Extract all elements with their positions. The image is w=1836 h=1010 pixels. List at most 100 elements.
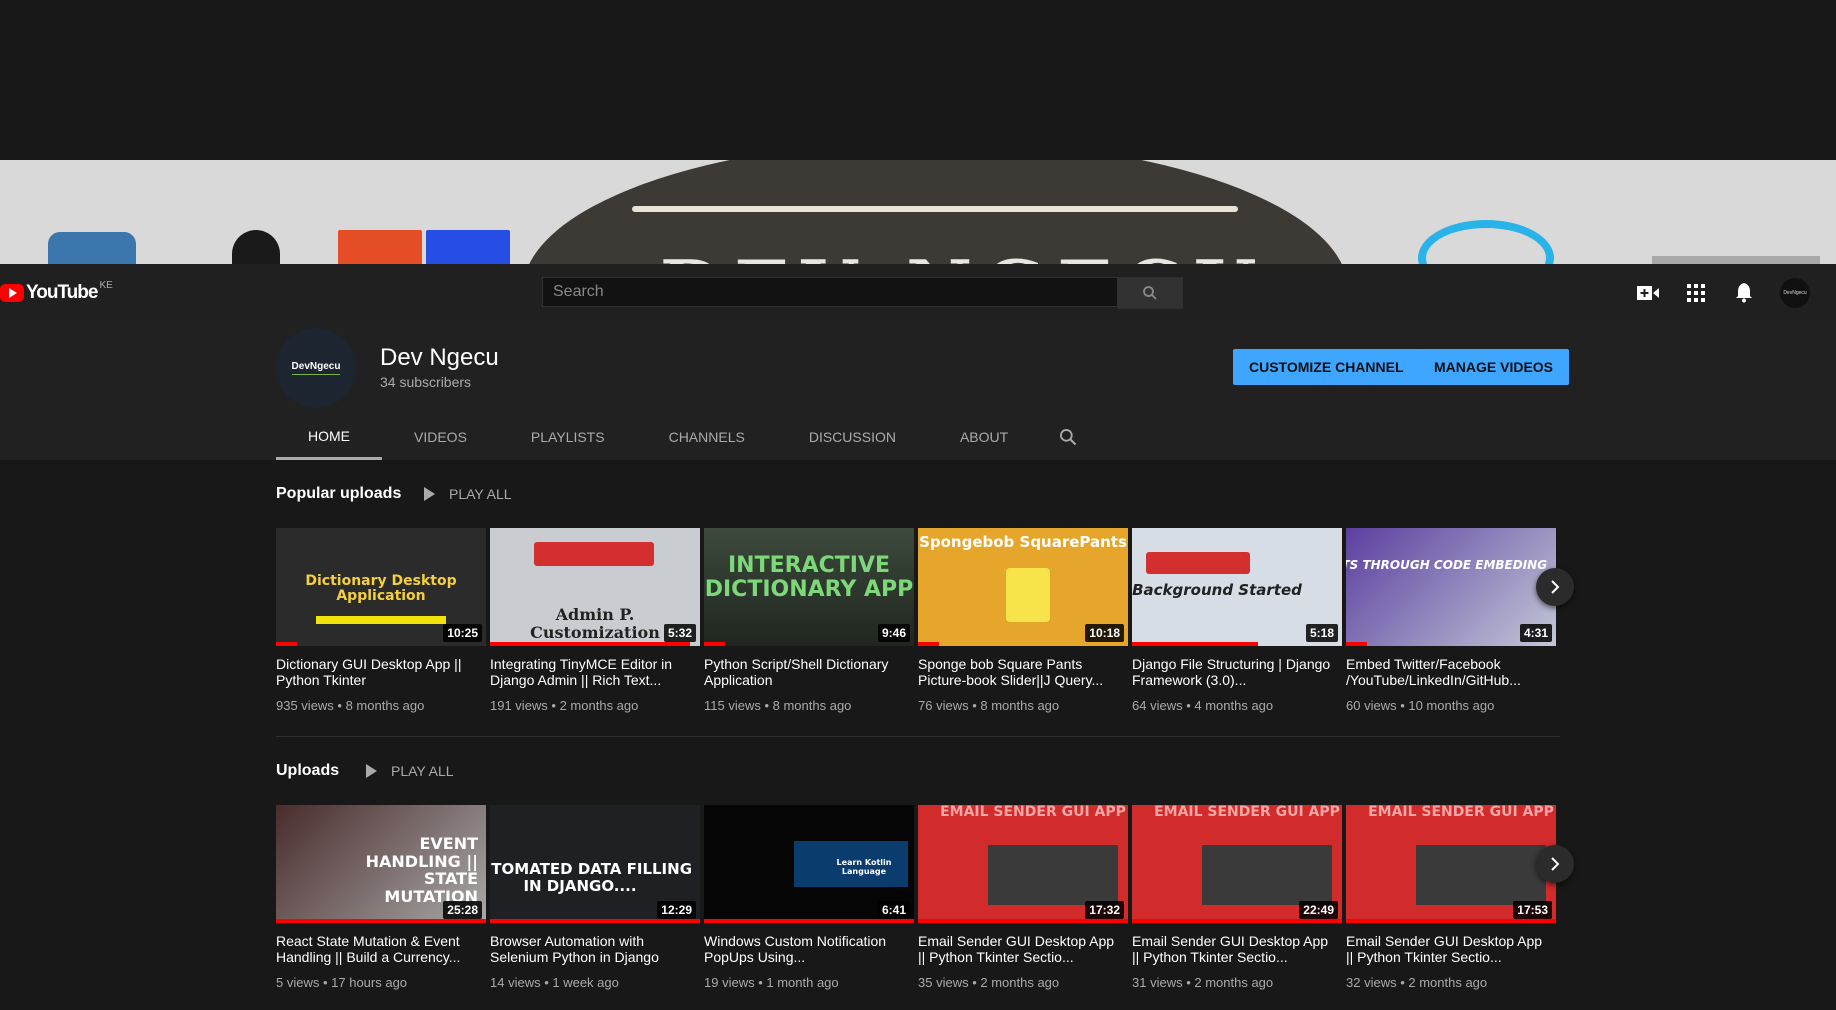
channel-avatar-text: DevNgecu xyxy=(291,361,341,375)
upload-age: 2 months ago xyxy=(1194,975,1274,990)
popular-next-button[interactable] xyxy=(1536,568,1574,606)
video-title[interactable]: Email Sender GUI Desktop App || Python T… xyxy=(918,933,1128,965)
video-card[interactable]: EVENT HANDLING || STATE MUTATION 25:28 R… xyxy=(276,805,486,990)
apps-button[interactable] xyxy=(1684,281,1708,305)
banner-line xyxy=(632,206,1238,212)
search-button[interactable] xyxy=(1118,277,1183,309)
video-meta: 64 views • 4 months ago xyxy=(1132,698,1274,713)
video-card[interactable]: EMAIL SENDER GUI APP 17:32 Email Sender … xyxy=(918,805,1128,990)
search-input[interactable] xyxy=(542,277,1118,307)
video-card[interactable]: EMAIL SENDER GUI APP 22:49 Email Sender … xyxy=(1132,805,1342,990)
video-thumbnail[interactable]: EMAIL SENDER GUI APP 17:53 xyxy=(1346,805,1556,923)
thumbnail-caption: Dictionary Desktop Application xyxy=(305,573,457,605)
video-title[interactable]: Sponge bob Square Pants Picture-book Sli… xyxy=(918,656,1128,688)
uploads-play-all-button[interactable]: PLAY ALL xyxy=(366,763,454,779)
upload-age: 8 months ago xyxy=(772,698,852,713)
create-video-icon xyxy=(1637,286,1659,300)
video-thumbnail[interactable]: INTERACTIVE DICTIONARY APP 9:46 xyxy=(704,528,914,646)
apps-grid-icon xyxy=(1687,284,1705,302)
video-title[interactable]: Browser Automation with Selenium Python … xyxy=(490,933,700,965)
video-title[interactable]: React State Mutation & Event Handling ||… xyxy=(276,933,486,965)
play-all-label: PLAY ALL xyxy=(449,486,512,502)
video-title[interactable]: Django File Structuring | Django Framewo… xyxy=(1132,656,1342,688)
masthead: YouTube KE DevNgecu xyxy=(0,264,1836,320)
tab-channels[interactable]: CHANNELS xyxy=(637,414,777,460)
watch-progress xyxy=(276,919,486,923)
video-meta: 115 views • 8 months ago xyxy=(704,698,852,713)
tab-discussion[interactable]: DISCUSSION xyxy=(777,414,928,460)
watch-progress xyxy=(918,919,1128,923)
video-card[interactable]: Background Started 5:18 Django File Stru… xyxy=(1132,528,1342,713)
play-icon xyxy=(424,487,435,501)
youtube-logo[interactable]: YouTube KE xyxy=(0,279,113,304)
python-logo-art xyxy=(48,232,136,264)
react-logo-art xyxy=(1418,220,1554,264)
play-icon xyxy=(366,764,377,778)
video-thumbnail[interactable]: EVENT HANDLING || STATE MUTATION 25:28 xyxy=(276,805,486,923)
video-card[interactable]: Learn Kotlin Language 6:41 Windows Custo… xyxy=(704,805,914,990)
video-thumbnail[interactable]: Dictionary Desktop Application 10:25 xyxy=(276,528,486,646)
watch-progress xyxy=(704,642,725,646)
video-card[interactable]: INTERACTIVE DICTIONARY APP 9:46 Python S… xyxy=(704,528,914,713)
video-title[interactable]: Windows Custom Notification PopUps Using… xyxy=(704,933,914,965)
tab-playlists[interactable]: PLAYLISTS xyxy=(499,414,637,460)
video-title[interactable]: Embed Twitter/Facebook /YouTube/LinkedIn… xyxy=(1346,656,1556,688)
video-thumbnail[interactable]: EMAIL SENDER GUI APP 17:32 xyxy=(918,805,1128,923)
upload-age: 8 months ago xyxy=(980,698,1060,713)
popular-uploads-title: Popular uploads xyxy=(276,485,402,502)
upload-age: 10 months ago xyxy=(1408,698,1495,713)
create-video-button[interactable] xyxy=(1636,281,1660,305)
video-thumbnail[interactable]: Background Started 5:18 xyxy=(1132,528,1342,646)
view-count: 32 views xyxy=(1346,975,1397,990)
video-thumbnail[interactable]: Admin P. Customization 5:32 xyxy=(490,528,700,646)
view-count: 64 views xyxy=(1132,698,1183,713)
video-title[interactable]: Dictionary GUI Desktop App || Python Tki… xyxy=(276,656,486,688)
video-card[interactable]: Spongebob SquarePants 10:18 Sponge bob S… xyxy=(918,528,1128,713)
video-duration: 5:18 xyxy=(1305,624,1338,642)
tab-about[interactable]: ABOUT xyxy=(928,414,1040,460)
thumbnail-caption: Background Started xyxy=(1132,581,1302,599)
video-thumbnail[interactable]: Spongebob SquarePants 10:18 xyxy=(918,528,1128,646)
video-duration: 10:25 xyxy=(443,624,482,642)
uploads-next-button[interactable] xyxy=(1536,845,1574,883)
video-thumbnail[interactable]: Learn Kotlin Language 6:41 xyxy=(704,805,914,923)
video-title[interactable]: Email Sender GUI Desktop App || Python T… xyxy=(1132,933,1342,965)
banner-rect-art xyxy=(1652,256,1820,264)
watch-progress xyxy=(704,919,914,923)
video-title[interactable]: Python Script/Shell Dictionary Applicati… xyxy=(704,656,914,688)
video-meta: 35 views • 2 months ago xyxy=(918,975,1060,990)
video-title[interactable]: Integrating TinyMCE Editor in Django Adm… xyxy=(490,656,700,688)
customize-channel-button[interactable]: CUSTOMIZE CHANNEL xyxy=(1233,349,1420,385)
view-count: 191 views xyxy=(490,698,548,713)
subscriber-count: 34 subscribers xyxy=(380,374,472,390)
search-bar xyxy=(542,277,1183,309)
youtube-play-icon xyxy=(0,284,24,302)
video-duration: 17:53 xyxy=(1513,901,1552,919)
account-avatar[interactable]: DevNgecu xyxy=(1780,278,1810,308)
country-code: KE xyxy=(99,279,113,291)
video-thumbnail[interactable]: AUTOMATED DATA FILLING IN DJANGO.... 12:… xyxy=(490,805,700,923)
thumbnail-caption: Spongebob SquarePants xyxy=(919,533,1127,551)
video-card[interactable]: Dictionary Desktop Application 10:25 Dic… xyxy=(276,528,486,713)
play-all-label: PLAY ALL xyxy=(391,763,454,779)
video-title[interactable]: Email Sender GUI Desktop App || Python T… xyxy=(1346,933,1556,965)
thumbnail-art xyxy=(1146,552,1250,574)
watch-progress xyxy=(1132,919,1342,923)
logo-text: YouTube xyxy=(26,282,98,303)
video-card[interactable]: AUTOMATED DATA FILLING IN DJANGO.... 12:… xyxy=(490,805,700,990)
notifications-button[interactable] xyxy=(1732,281,1756,305)
video-card[interactable]: EMAIL SENDER GUI APP 17:53 Email Sender … xyxy=(1346,805,1556,990)
uploads-title: Uploads xyxy=(276,762,340,779)
tab-videos[interactable]: VIDEOS xyxy=(382,414,499,460)
channel-search-button[interactable] xyxy=(1058,414,1082,460)
tab-home[interactable]: HOME xyxy=(276,414,382,460)
video-duration: 12:29 xyxy=(657,901,696,919)
popular-play-all-button[interactable]: PLAY ALL xyxy=(424,486,512,502)
manage-videos-button[interactable]: MANAGE VIDEOS xyxy=(1418,349,1570,385)
video-card[interactable]: ACCOUNTS THROUGH CODE EMBEDING 4:31 Embe… xyxy=(1346,528,1556,713)
video-card[interactable]: Admin P. Customization 5:32 Integrating … xyxy=(490,528,700,713)
watch-progress xyxy=(1132,642,1258,646)
video-thumbnail[interactable]: EMAIL SENDER GUI APP 22:49 xyxy=(1132,805,1342,923)
thumbnail-caption: ACCOUNTS THROUGH CODE EMBEDING xyxy=(1346,558,1548,572)
video-thumbnail[interactable]: ACCOUNTS THROUGH CODE EMBEDING 4:31 xyxy=(1346,528,1556,646)
